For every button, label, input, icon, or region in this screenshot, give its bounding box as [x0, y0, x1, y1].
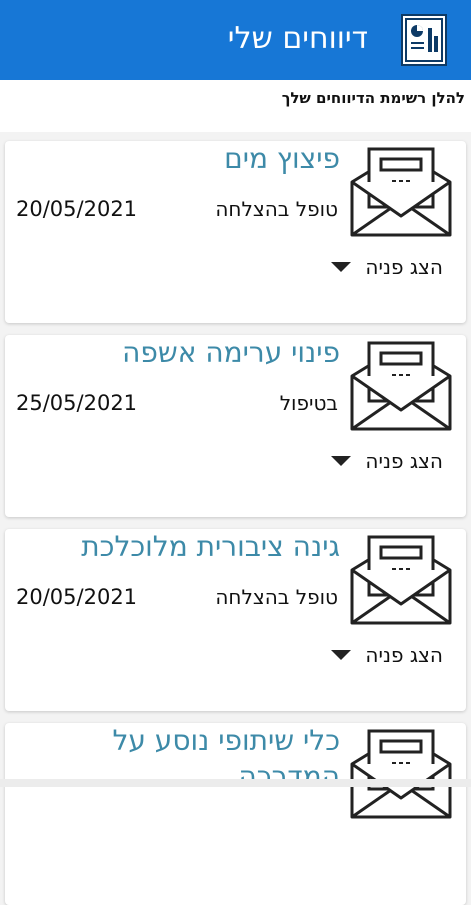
envelope-letter-icon: [349, 728, 453, 820]
envelope-letter-icon: [349, 146, 453, 238]
report-card[interactable]: כלי שיתופי נוסע על המדרכה: [5, 723, 466, 905]
show-request-toggle[interactable]: הצג פניה: [331, 447, 443, 475]
app-header: דיווחים שלי: [0, 0, 471, 80]
report-document-icon: [401, 14, 447, 66]
show-request-label: הצג פניה: [365, 255, 443, 279]
report-card[interactable]: פיצוץ מים טופל בהצלחה 20/05/2021 הצג פניה: [5, 141, 466, 323]
caret-down-icon: [331, 650, 352, 660]
report-status: טופל בהצלחה: [215, 197, 338, 221]
bottom-edge: [0, 779, 471, 787]
envelope-letter-icon: [349, 534, 453, 626]
report-status: טופל בהצלחה: [215, 585, 338, 609]
report-card[interactable]: גינה ציבורית מלוכלכת טופל בהצלחה 20/05/202…: [5, 529, 466, 711]
subheader: להלן רשימת הדיווחים שלך: [0, 80, 471, 132]
report-card[interactable]: פינוי ערימה אשפה בטיפול 25/05/2021 הצג פניה: [5, 335, 466, 517]
show-request-label: הצג פניה: [365, 643, 443, 667]
list-intro-text: להלן רשימת הדיווחים שלך: [281, 89, 465, 107]
caret-down-icon: [331, 262, 352, 272]
report-title: פיצוץ מים: [224, 142, 340, 175]
page-title: דיווחים שלי: [227, 21, 368, 56]
show-request-label: הצג פניה: [365, 449, 443, 473]
caret-down-icon: [331, 456, 352, 466]
report-status: בטיפול: [279, 391, 338, 415]
show-request-toggle[interactable]: הצג פניה: [331, 253, 443, 281]
report-date: 20/05/2021: [16, 585, 138, 609]
report-date: 25/05/2021: [16, 391, 138, 415]
report-title: פינוי ערימה אשפה: [122, 336, 340, 369]
envelope-letter-icon: [349, 340, 453, 432]
show-request-toggle[interactable]: הצג פניה: [331, 641, 443, 669]
report-title: גינה ציבורית מלוכלכת: [81, 530, 340, 563]
report-date: 20/05/2021: [16, 197, 138, 221]
